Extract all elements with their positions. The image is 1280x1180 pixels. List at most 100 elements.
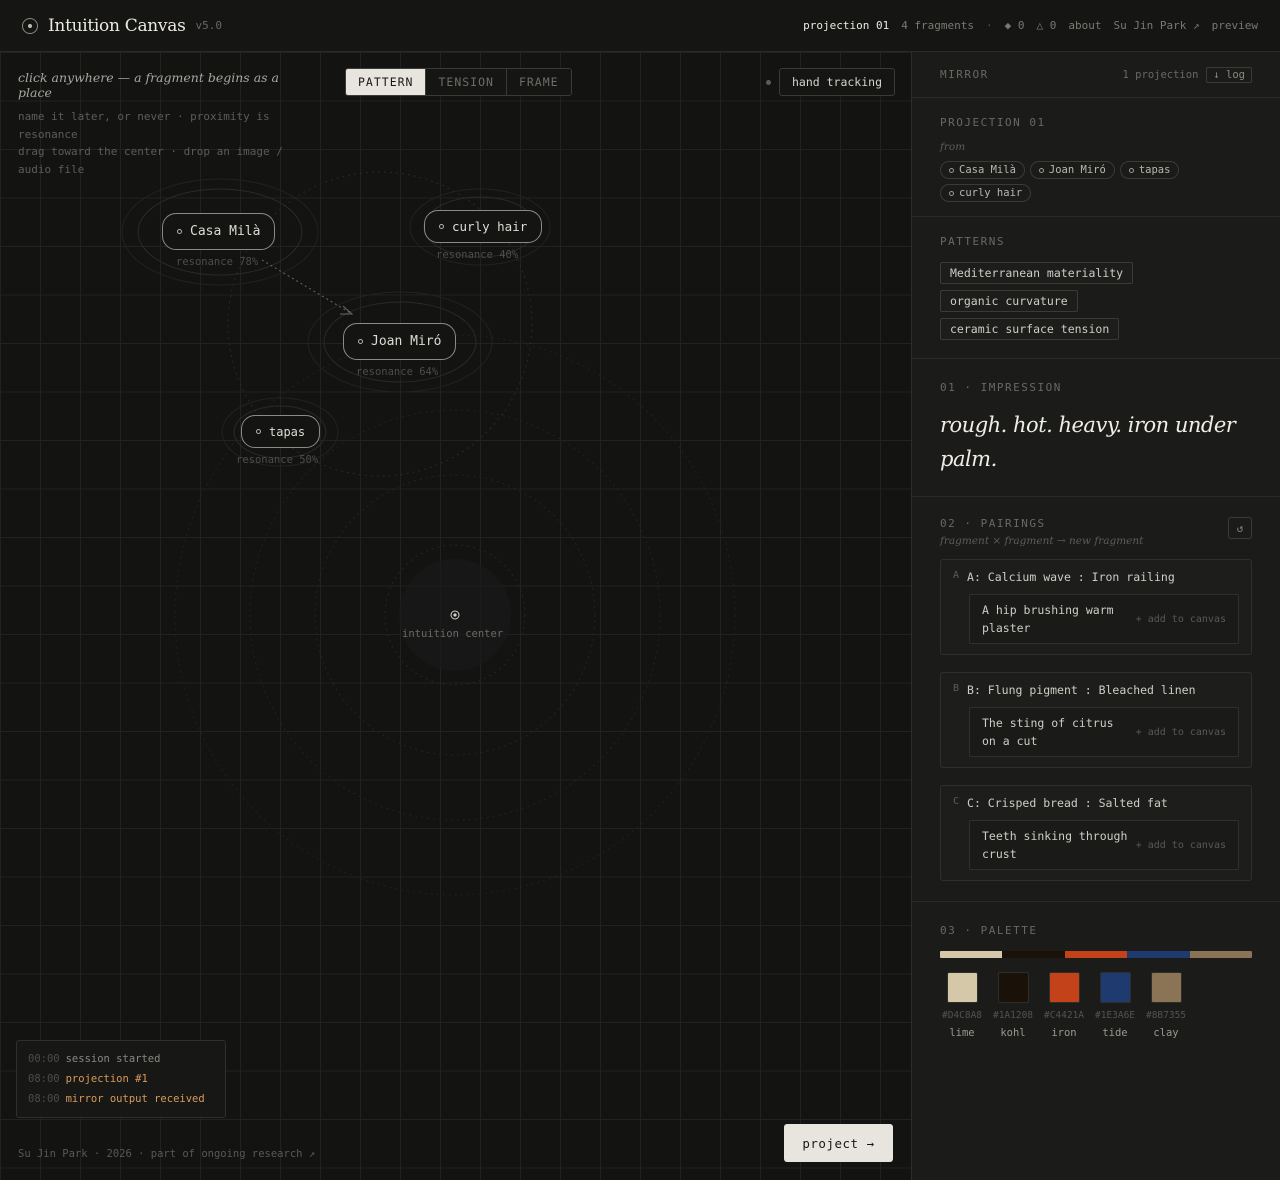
- nav-separator: ·: [986, 19, 993, 32]
- fragment-casa-mila[interactable]: Casa Milà: [162, 213, 276, 250]
- nav-tension-count: △ 0: [1036, 19, 1057, 32]
- nav-fragment-count: 4 fragments: [901, 19, 975, 32]
- projection-count: 1 projection: [1122, 68, 1199, 81]
- mode-tension-button[interactable]: TENSION: [425, 69, 506, 95]
- palette-swatch[interactable]: #1A1208 kohl: [991, 972, 1035, 1039]
- pairings-header: 02 · PAIRINGS fragment × fragment → new …: [940, 517, 1252, 547]
- fragment-joan-miro[interactable]: Joan Miró: [343, 323, 457, 360]
- pairing-letter: B: [953, 683, 960, 694]
- swatch-color: [946, 972, 978, 1003]
- source-chip-label: Joan Miró: [1048, 164, 1106, 176]
- footer-credit-link[interactable]: Su Jin Park · 2026 · part of ongoing res…: [18, 1148, 315, 1160]
- palette-title: 03 · PALETTE: [940, 924, 1038, 937]
- pairings-section: 02 · PAIRINGS fragment × fragment → new …: [912, 497, 1280, 902]
- fragment-curly-hair[interactable]: curly hair: [424, 210, 543, 243]
- pairing-result-text: A hip brushing warm plaster: [982, 603, 1114, 635]
- palette-swatch[interactable]: #1E3A6E tide: [1093, 972, 1137, 1039]
- log-time: 08:00: [28, 1073, 60, 1085]
- download-log-button[interactable]: ↓ log: [1206, 66, 1252, 83]
- session-log: 00:00 session started 08:00 projection #1 …: [16, 1040, 226, 1118]
- fragment-label: Casa Milà: [190, 224, 261, 239]
- palette-swatches: #D4C8A8 lime #1A1208 kohl #C4421A iron #…: [940, 972, 1252, 1039]
- nav-projection[interactable]: projection 01: [803, 19, 889, 32]
- hint-title: click anywhere — a fragment begins as a …: [18, 70, 279, 100]
- fragment-dot-icon: [358, 339, 363, 344]
- mirror-title: MIRROR: [940, 68, 989, 81]
- nav-preview-link[interactable]: preview: [1212, 19, 1258, 32]
- link-arrowhead: [340, 305, 354, 315]
- chip-dot-icon: [949, 167, 954, 173]
- pairing-title: A A: Calcium wave : Iron railing: [953, 570, 1239, 584]
- impression-section: 01 · IMPRESSION rough. hot. heavy. iron …: [912, 359, 1280, 497]
- palette-bar: [940, 951, 1252, 958]
- pairing-title-text: B: Flung pigment : Bleached linen: [967, 683, 1196, 697]
- nav-about-link[interactable]: about: [1068, 19, 1101, 32]
- pairing-card: B B: Flung pigment : Bleached linen The …: [940, 672, 1252, 768]
- pairing-title-text: A: Calcium wave : Iron railing: [967, 570, 1175, 584]
- swatch-name: tide: [1102, 1027, 1128, 1039]
- hint-line: resonance: [18, 127, 78, 141]
- hint-line: name it later, or never · proximity is: [18, 110, 270, 123]
- swatch-color: [1150, 972, 1182, 1003]
- source-chip[interactable]: curly hair: [940, 184, 1032, 202]
- hint-line: drag toward the center · drop an image /: [18, 145, 283, 158]
- pairing-title: B B: Flung pigment : Bleached linen: [953, 683, 1239, 697]
- hand-tracking-button[interactable]: hand tracking: [778, 68, 895, 96]
- source-chips: Casa Milà Joan Miró tapas curly hair: [940, 161, 1240, 202]
- status-dot-icon: [765, 79, 771, 85]
- add-to-canvas-button[interactable]: + add to canvas: [1136, 727, 1226, 738]
- pattern-tag[interactable]: Mediterranean materiality: [940, 262, 1134, 284]
- log-message: projection #1: [65, 1073, 148, 1085]
- add-to-canvas-button[interactable]: + add to canvas: [1136, 614, 1226, 625]
- pairing-title-text: C: Crisped bread : Salted fat: [967, 796, 1168, 810]
- refresh-icon[interactable]: ↺: [1228, 517, 1252, 539]
- source-chip[interactable]: Joan Miró: [1029, 161, 1115, 179]
- fragment-resonance: resonance 64%: [356, 366, 439, 378]
- fragment-resonance: resonance 40%: [436, 249, 519, 261]
- projection-title: PROJECTION 01: [940, 116, 1046, 129]
- palette-swatch[interactable]: #C4421A iron: [1042, 972, 1086, 1039]
- intuition-center-core: [453, 613, 457, 617]
- pairing-result-text: Teeth sinking through crust: [982, 829, 1128, 861]
- pairing-result: A hip brushing warm plaster + add to can…: [969, 594, 1239, 644]
- swatch-hex: #C4421A: [1043, 1010, 1085, 1021]
- palette-swatch[interactable]: #8B7355 clay: [1144, 972, 1188, 1039]
- pattern-tag[interactable]: ceramic surface tension: [940, 318, 1120, 340]
- project-button[interactable]: project →: [784, 1124, 893, 1162]
- pairing-result-text: The sting of citrus on a cut: [982, 716, 1114, 748]
- palette-bar-segment: [1127, 951, 1190, 958]
- projection-from-label: from: [940, 141, 966, 153]
- app-version: v5.0: [195, 19, 223, 32]
- add-to-canvas-button[interactable]: + add to canvas: [1136, 840, 1226, 851]
- app-title: Intuition Canvas: [48, 15, 186, 36]
- fragment-tapas[interactable]: tapas: [241, 415, 321, 448]
- swatch-name: clay: [1153, 1027, 1179, 1039]
- swatch-name: iron: [1051, 1027, 1077, 1039]
- log-message: session started: [65, 1053, 161, 1065]
- chip-dot-icon: [949, 190, 954, 196]
- brand[interactable]: Intuition Canvas v5.0: [22, 16, 222, 36]
- mode-frame-button[interactable]: FRAME: [505, 69, 571, 95]
- chip-dot-icon: [1038, 167, 1044, 173]
- source-chip[interactable]: Casa Milà: [940, 161, 1025, 179]
- intuition-center-label: intuition center: [402, 628, 504, 640]
- intuition-canvas[interactable]: click anywhere — a fragment begins as a …: [0, 52, 911, 1180]
- pairing-result: The sting of citrus on a cut + add to ca…: [969, 707, 1239, 757]
- source-chip-label: tapas: [1138, 164, 1171, 176]
- nav-author-link[interactable]: Su Jin Park ↗: [1114, 19, 1200, 32]
- mode-pattern-button[interactable]: PATTERN: [346, 69, 426, 95]
- source-chip[interactable]: tapas: [1119, 161, 1180, 179]
- swatch-hex: #8B7355: [1145, 1010, 1187, 1021]
- log-time: 00:00: [28, 1053, 60, 1065]
- swatch-hex: #1E3A6E: [1094, 1010, 1136, 1021]
- pattern-tag[interactable]: organic curvature: [940, 290, 1078, 312]
- chip-dot-icon: [1128, 167, 1134, 173]
- log-entry: 08:00 projection #1: [28, 1069, 214, 1089]
- pairings-subtitle: fragment × fragment → new fragment: [940, 535, 1144, 547]
- fragment-dot-icon: [439, 224, 444, 229]
- fragment-resonance: resonance 78%: [176, 256, 259, 268]
- palette-swatch[interactable]: #D4C8A8 lime: [940, 972, 984, 1039]
- pairing-letter: A: [953, 570, 960, 581]
- mirror-panel: MIRROR 1 projection ↓ log PROJECTION 01 …: [911, 52, 1280, 1180]
- palette-bar-segment: [1189, 951, 1252, 958]
